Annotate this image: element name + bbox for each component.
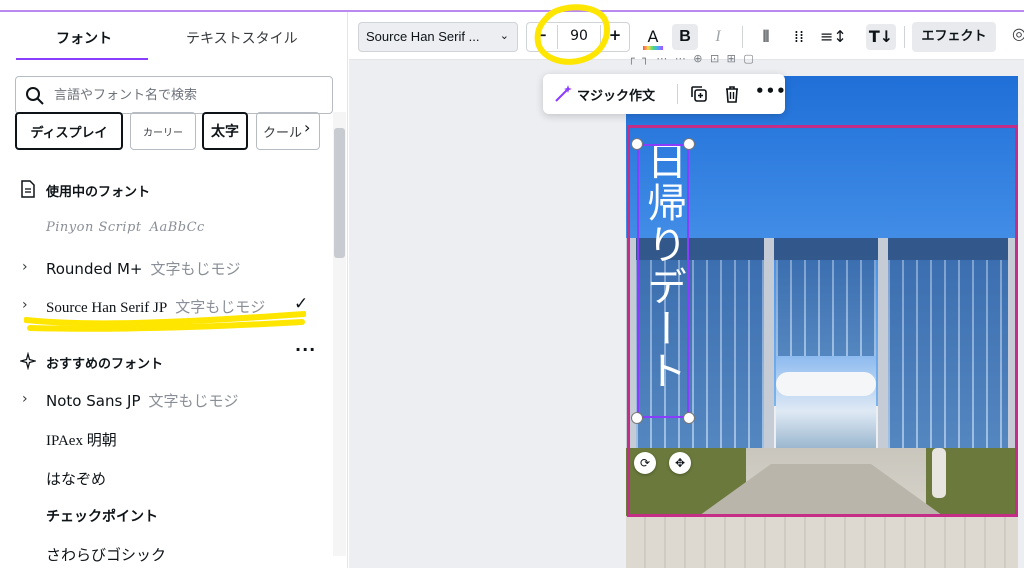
magic-wand-icon[interactable] (553, 84, 573, 104)
more-icon[interactable]: ••• (755, 82, 787, 100)
font-name: チェックポイント (46, 509, 158, 525)
font-name: Pinyon Script AaBbCc (46, 220, 205, 235)
highlight-underline (24, 311, 306, 332)
chevron-right-icon[interactable]: › (304, 118, 318, 144)
trash-icon[interactable] (722, 84, 742, 104)
beam (764, 238, 774, 456)
section-title-in-use: 使用中のフォント (46, 184, 151, 199)
vertical-title-text[interactable]: 日帰りデート (636, 140, 690, 392)
glass-wall-right (888, 260, 1016, 448)
tab-fonts[interactable]: フォント (56, 28, 112, 48)
page-toolbar-faded: ┌ ┐ ⋯ ⋯ ⊕ ⊡ ⊞ ▢ (628, 52, 756, 65)
list-icon[interactable]: ⁞⁞ (786, 24, 812, 50)
effect-button[interactable]: エフェクト (912, 22, 996, 52)
color-letter: A (647, 27, 659, 46)
magic-write-button[interactable]: マジック作文 (577, 85, 655, 104)
vertical-text-button[interactable]: T↓ (866, 24, 896, 50)
font-name: IPAex 明朝 (46, 433, 117, 449)
font-family-dropdown[interactable]: Source Han Serif ... ⌄ (358, 22, 518, 52)
font-search-input[interactable] (54, 85, 324, 105)
person (932, 448, 946, 498)
font-name: さわらびゴシック (46, 546, 167, 564)
font-item-pinyon-script[interactable]: Pinyon Script AaBbCc (0, 212, 333, 248)
floating-context-menu: マジック作文 ••• (543, 74, 787, 114)
building-opening (776, 356, 876, 448)
resize-handle[interactable] (683, 412, 695, 424)
more-icon[interactable]: ··· (295, 340, 316, 359)
rotate-icon[interactable]: ⟳ (634, 452, 656, 474)
color-bar (643, 46, 663, 50)
font-item-noto-sans-jp[interactable]: › Noto Sans JP 文字もじモジ (0, 382, 333, 418)
font-family-value: Source Han Serif ... (366, 29, 480, 44)
chevron-right-icon[interactable]: › (22, 259, 28, 275)
beam (1008, 238, 1018, 456)
more-tools-icon[interactable]: ◎ (1012, 24, 1024, 43)
resize-handle[interactable] (631, 138, 643, 150)
font-search[interactable] (15, 76, 333, 114)
scrollbar-thumb[interactable] (334, 128, 345, 258)
font-item-checkpoint[interactable]: チェックポイント (0, 498, 333, 534)
separator (904, 26, 905, 48)
chip-bold[interactable]: 太字 (202, 112, 248, 150)
move-icon[interactable]: ✥ (669, 452, 691, 474)
font-item-ipaex-mincho[interactable]: IPAex 明朝 (0, 421, 333, 457)
separator (742, 26, 743, 48)
font-item-hanazome[interactable]: はなぞめ (0, 460, 333, 496)
font-name: Rounded M+ 文字もじモジ (46, 260, 241, 278)
font-item-sawarabi-gothic[interactable]: さわらびゴシック (0, 536, 333, 568)
document-icon (21, 180, 35, 198)
chip-curly[interactable]: カーリー (130, 112, 196, 150)
paving (626, 516, 1018, 568)
active-tab-indicator (16, 58, 148, 60)
glass-upper-center (776, 260, 876, 356)
font-name: はなぞめ (46, 470, 107, 488)
bold-button[interactable]: B (672, 24, 698, 50)
cloud (776, 372, 876, 396)
font-name: Noto Sans JP 文字もじモジ (46, 392, 239, 410)
font-item-rounded-mplus[interactable]: › Rounded M+ 文字もじモジ (0, 250, 333, 286)
highlight-circle (534, 4, 610, 65)
spacing-icon[interactable]: ≡↕ (820, 24, 847, 50)
tab-text-styles[interactable]: テキストスタイル (186, 28, 298, 48)
resize-handle[interactable] (683, 138, 695, 150)
align-icon[interactable]: ⦀ (753, 24, 779, 50)
chip-display[interactable]: ディスプレイ (15, 112, 123, 150)
section-title-recommended: おすすめのフォント (46, 356, 164, 371)
duplicate-icon[interactable] (689, 84, 709, 104)
resize-handle[interactable] (631, 412, 643, 424)
beam (878, 238, 888, 456)
italic-button[interactable]: I (705, 24, 731, 50)
separator (677, 84, 678, 104)
chevron-down-icon: ⌄ (499, 30, 509, 42)
search-icon (26, 87, 44, 105)
sparkle-icon (20, 352, 36, 370)
chevron-right-icon[interactable]: › (22, 391, 28, 407)
